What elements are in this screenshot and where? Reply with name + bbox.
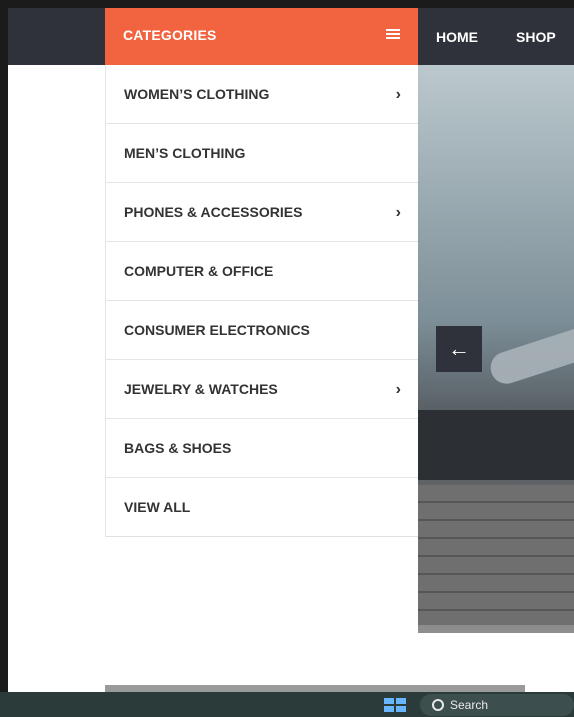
nav-shop[interactable]: SHOP <box>516 29 556 45</box>
category-label: PHONES & ACCESSORIES <box>124 204 303 220</box>
categories-header[interactable]: CATEGORIES <box>105 8 418 65</box>
category-label: VIEW ALL <box>124 499 191 515</box>
category-label: COMPUTER & OFFICE <box>124 263 274 279</box>
search-icon <box>432 699 444 711</box>
chevron-right-icon: › <box>395 381 401 398</box>
carousel-prev-button[interactable]: ← <box>436 326 482 372</box>
chevron-right-icon: › <box>395 86 401 103</box>
menu-icon[interactable] <box>386 29 400 41</box>
category-item-jewelry-watches[interactable]: JEWELRY & WATCHES › <box>106 360 419 419</box>
category-label: BAGS & SHOES <box>124 440 232 456</box>
category-item-computer-office[interactable]: COMPUTER & OFFICE <box>106 242 419 301</box>
category-item-view-all[interactable]: VIEW ALL <box>106 478 419 537</box>
nav-home[interactable]: HOME <box>436 29 478 45</box>
chevron-right-icon: › <box>395 204 401 221</box>
windows-start-icon[interactable] <box>384 698 406 712</box>
taskbar-search[interactable]: Search <box>420 694 574 716</box>
hero-image-detail <box>486 314 574 388</box>
categories-menu: WOMEN’S CLOTHING › MEN’S CLOTHING PHONES… <box>105 65 420 537</box>
search-label: Search <box>450 698 489 712</box>
hero-image-detail <box>418 410 574 480</box>
category-label: MEN’S CLOTHING <box>124 145 246 161</box>
arrow-left-icon: ← <box>448 336 470 361</box>
category-item-womens-clothing[interactable]: WOMEN’S CLOTHING › <box>106 65 419 124</box>
category-item-mens-clothing[interactable]: MEN’S CLOTHING <box>106 124 419 183</box>
categories-title: CATEGORIES <box>123 27 217 43</box>
hero-image-detail <box>418 485 574 625</box>
category-item-consumer-electronics[interactable]: CONSUMER ELECTRONICS <box>106 301 419 360</box>
content-image-strip <box>105 685 525 692</box>
category-label: WOMEN’S CLOTHING <box>124 86 270 102</box>
category-item-bags-shoes[interactable]: BAGS & SHOES <box>106 419 419 478</box>
category-label: JEWELRY & WATCHES <box>124 381 278 397</box>
page: CATEGORIES HOME SHOP WOMEN’S CLOTHING › … <box>8 8 574 692</box>
category-item-phones-accessories[interactable]: PHONES & ACCESSORIES › <box>106 183 419 242</box>
category-label: CONSUMER ELECTRONICS <box>124 322 310 338</box>
main-nav: HOME SHOP <box>418 8 574 65</box>
